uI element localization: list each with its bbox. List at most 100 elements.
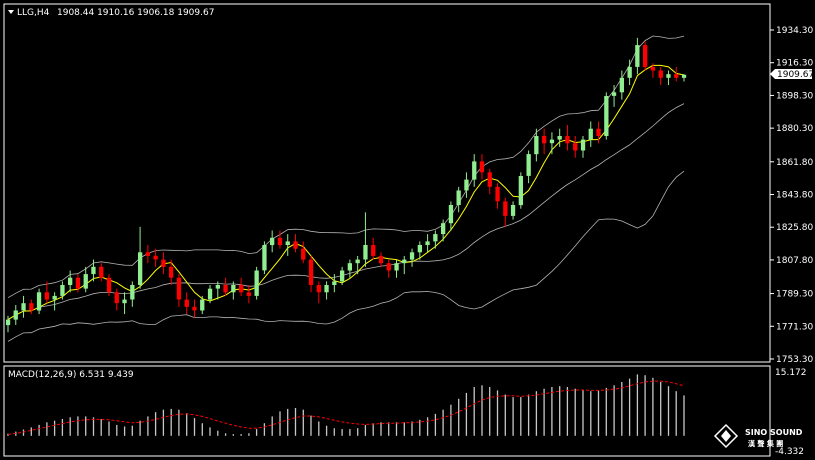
candle (83, 274, 88, 289)
candle (479, 161, 485, 173)
candle (674, 74, 679, 78)
candle (580, 139, 586, 151)
candle (223, 285, 228, 293)
candle (316, 285, 321, 293)
candle (534, 136, 539, 155)
candle (573, 143, 578, 151)
macd-top-label: 15.172 (775, 368, 807, 378)
candle (355, 259, 360, 264)
chart-window: LLG,H4 1908.44 1910.16 1906.18 1909.67 1… (0, 0, 815, 460)
candle (52, 295, 57, 300)
candle (246, 292, 251, 296)
candle (666, 74, 671, 78)
dropdown-arrow-icon[interactable] (8, 10, 14, 14)
price-tick-label: 1789.30 (776, 290, 813, 300)
candle (658, 70, 663, 78)
candle (596, 128, 601, 136)
symbol-label: LLG,H4 (17, 8, 50, 18)
candle (409, 252, 415, 260)
candle (441, 223, 446, 235)
candle (161, 259, 166, 267)
candle (425, 241, 430, 245)
candle (332, 281, 337, 285)
candle (29, 303, 34, 311)
price-tick-label: 1861.80 (776, 158, 813, 168)
logo-diamond-icon (713, 423, 739, 449)
price-tick-label: 1825.80 (776, 223, 813, 233)
candle (604, 96, 609, 136)
candle (36, 292, 42, 311)
price-tick-label: 1898.30 (776, 91, 813, 101)
candle (5, 319, 11, 326)
macd-histogram (7, 374, 685, 436)
candle (308, 259, 314, 285)
candle (611, 92, 617, 96)
candle (68, 277, 73, 285)
candle (277, 237, 283, 246)
price-tick-label: 1880.30 (776, 124, 813, 134)
logo-brand: SINO SOUND (745, 428, 803, 437)
candle (386, 263, 391, 271)
candle (301, 248, 306, 260)
candle (153, 255, 158, 260)
macd-label: MACD(12,26,9) 6.531 9.439 (8, 370, 134, 380)
candle (464, 179, 469, 191)
candle (21, 303, 26, 311)
price-tick-label: 1807.80 (776, 256, 813, 266)
candle (650, 66, 656, 71)
candle (487, 172, 492, 187)
candle (347, 263, 352, 271)
main-panel-frame (3, 3, 771, 363)
candle (565, 136, 570, 144)
sino-sound-logo: SINO SOUND 漢 聲 集 團 (713, 423, 803, 449)
candle (495, 186, 500, 202)
candle (91, 266, 96, 275)
candle (363, 245, 368, 260)
candle (262, 245, 267, 271)
price-tick-label: 1771.30 (776, 322, 813, 332)
upper-band (7, 35, 685, 299)
macd-bottom-label: -4.332 (775, 447, 804, 457)
candle (518, 176, 523, 206)
price-tick-label: 1753.30 (776, 355, 813, 365)
chart-canvas: LLG,H4 1908.44 1910.16 1906.18 1909.67 1… (3, 3, 814, 457)
candle (106, 277, 112, 293)
candle (122, 299, 127, 304)
candle (293, 241, 298, 249)
candle (433, 234, 438, 242)
candle (627, 66, 632, 78)
candle (13, 310, 18, 320)
ohlc-label: 1908.44 1910.16 1906.18 1909.67 (57, 8, 214, 18)
candle (635, 45, 640, 67)
candle (169, 266, 174, 278)
current-price-label: 1909.67 (777, 70, 814, 80)
candle (324, 285, 329, 293)
current-price-marker: 1909.67 (770, 69, 814, 80)
candle (75, 277, 81, 289)
candle (619, 77, 624, 93)
candle (448, 205, 454, 224)
candle (138, 252, 143, 285)
price-tick-label: 1934.30 (776, 26, 813, 36)
candle (340, 270, 345, 282)
candle (371, 245, 376, 256)
candle (130, 285, 135, 300)
candle (239, 285, 244, 293)
candle (542, 136, 547, 144)
candle (378, 255, 384, 264)
lower-band (7, 170, 685, 342)
price-tick-label: 1916.30 (776, 59, 813, 69)
candle (231, 285, 236, 293)
candle (526, 154, 531, 176)
candle (184, 299, 189, 307)
logo-brand-cn: 漢 聲 集 團 (748, 439, 783, 448)
candle (60, 285, 65, 296)
candle (215, 285, 220, 289)
candle (285, 241, 290, 245)
candle (114, 292, 119, 304)
candle (472, 161, 477, 180)
candle (270, 237, 275, 246)
candle (588, 128, 593, 140)
candle (557, 136, 562, 140)
candle (44, 292, 49, 300)
